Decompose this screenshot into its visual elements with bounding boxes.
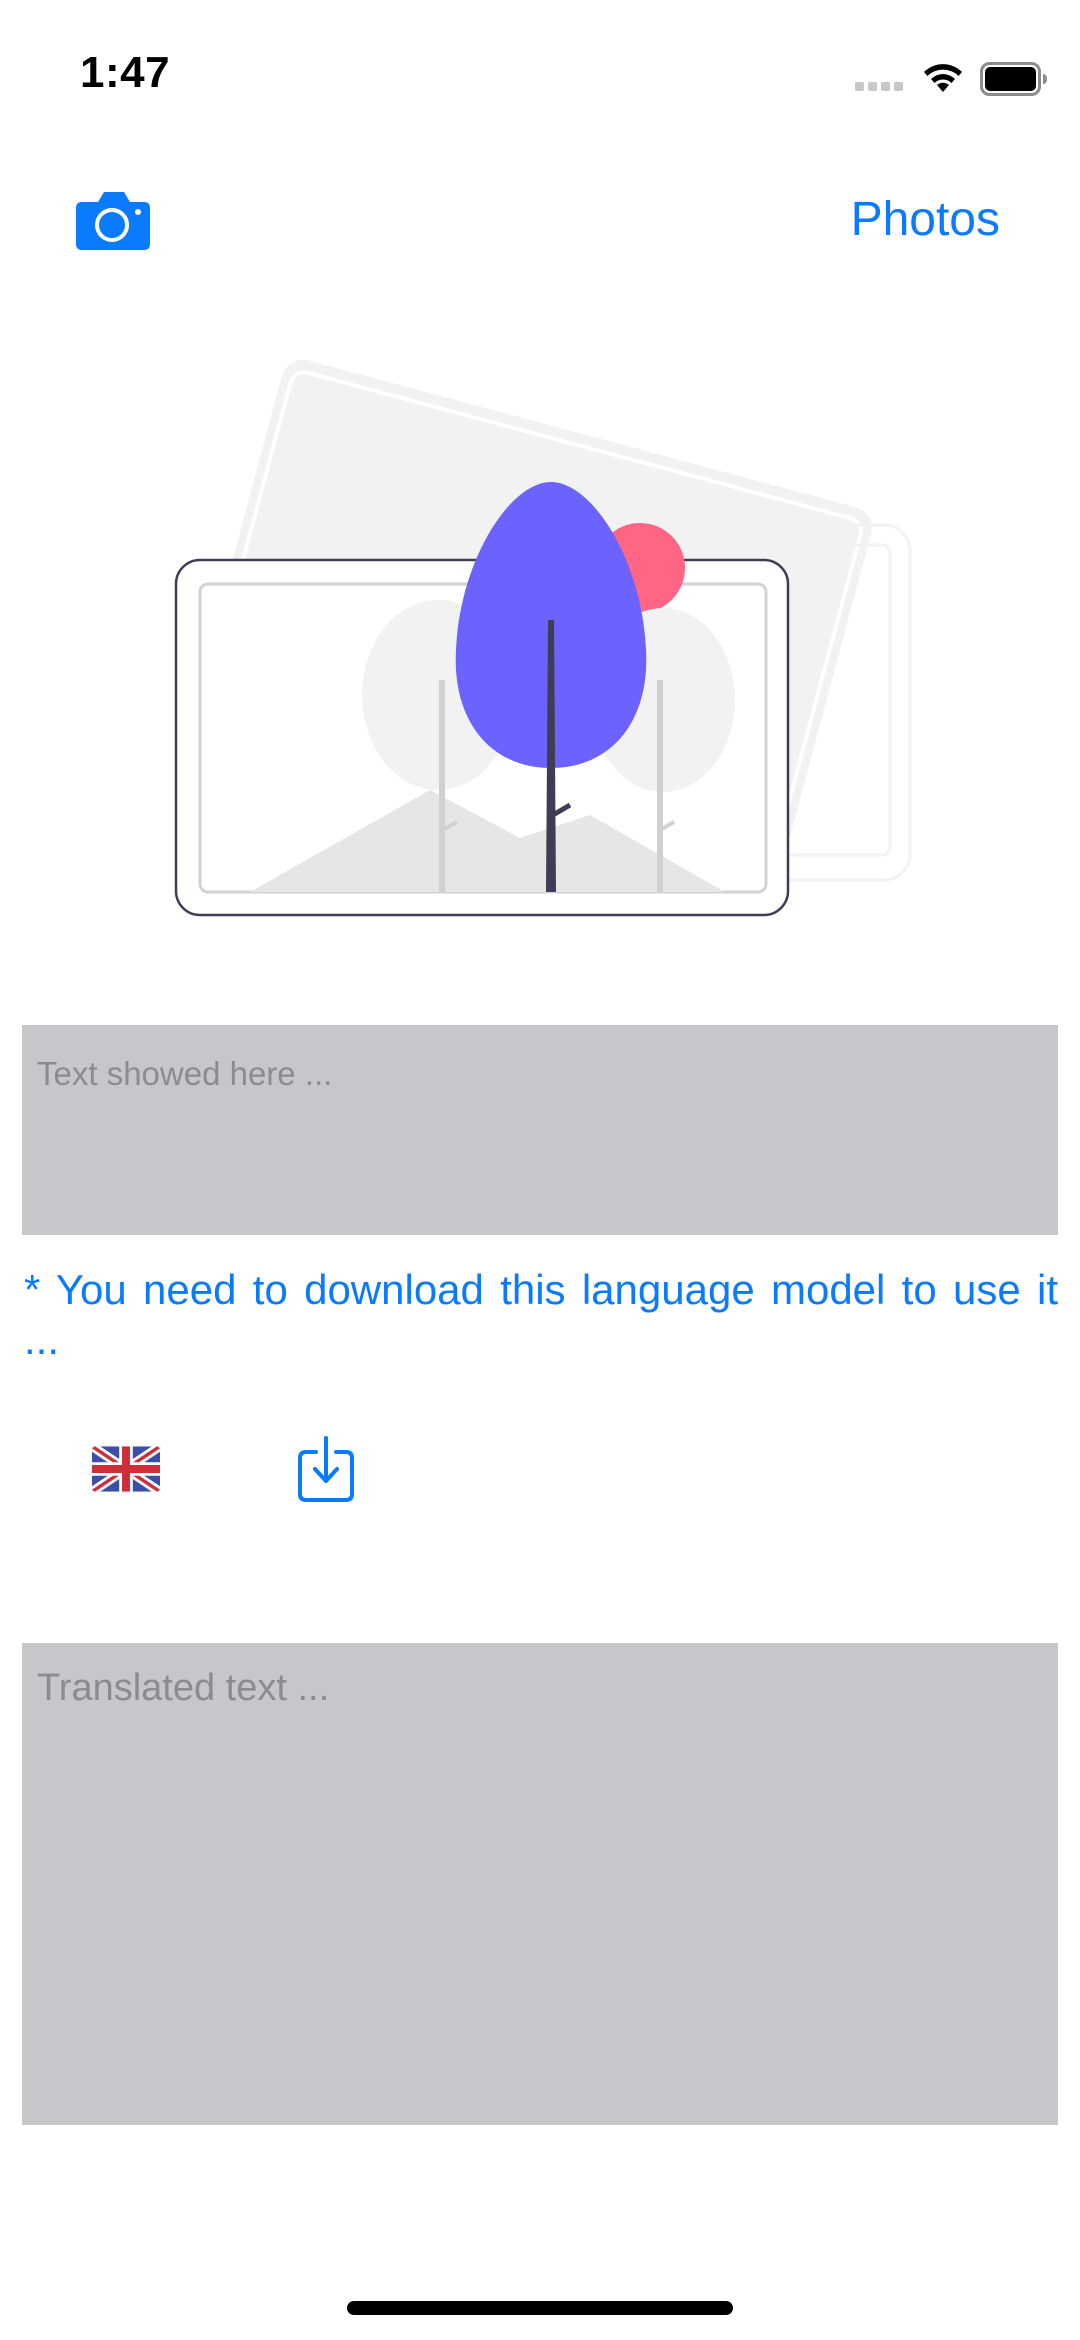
download-icon[interactable]: [296, 1434, 356, 1504]
uk-flag-icon[interactable]: [92, 1446, 160, 1492]
download-notice: * You need to download this language mod…: [24, 1266, 1058, 1363]
status-time: 1:47: [80, 48, 171, 97]
photo-placeholder-illustration: [174, 360, 912, 917]
translated-text-area[interactable]: Translated text ...: [22, 1643, 1058, 2125]
camera-icon[interactable]: [74, 190, 152, 252]
home-indicator[interactable]: [347, 2301, 733, 2315]
battery-icon: [980, 62, 1047, 96]
translated-placeholder: Translated text ...: [37, 1667, 330, 1709]
wifi-icon: [924, 64, 962, 92]
photos-button[interactable]: Photos: [851, 192, 1000, 247]
ocr-text-area[interactable]: Text showed here ...: [22, 1025, 1058, 1235]
cellular-signal-icon: [855, 82, 903, 91]
ocr-placeholder: Text showed here ...: [37, 1055, 333, 1092]
